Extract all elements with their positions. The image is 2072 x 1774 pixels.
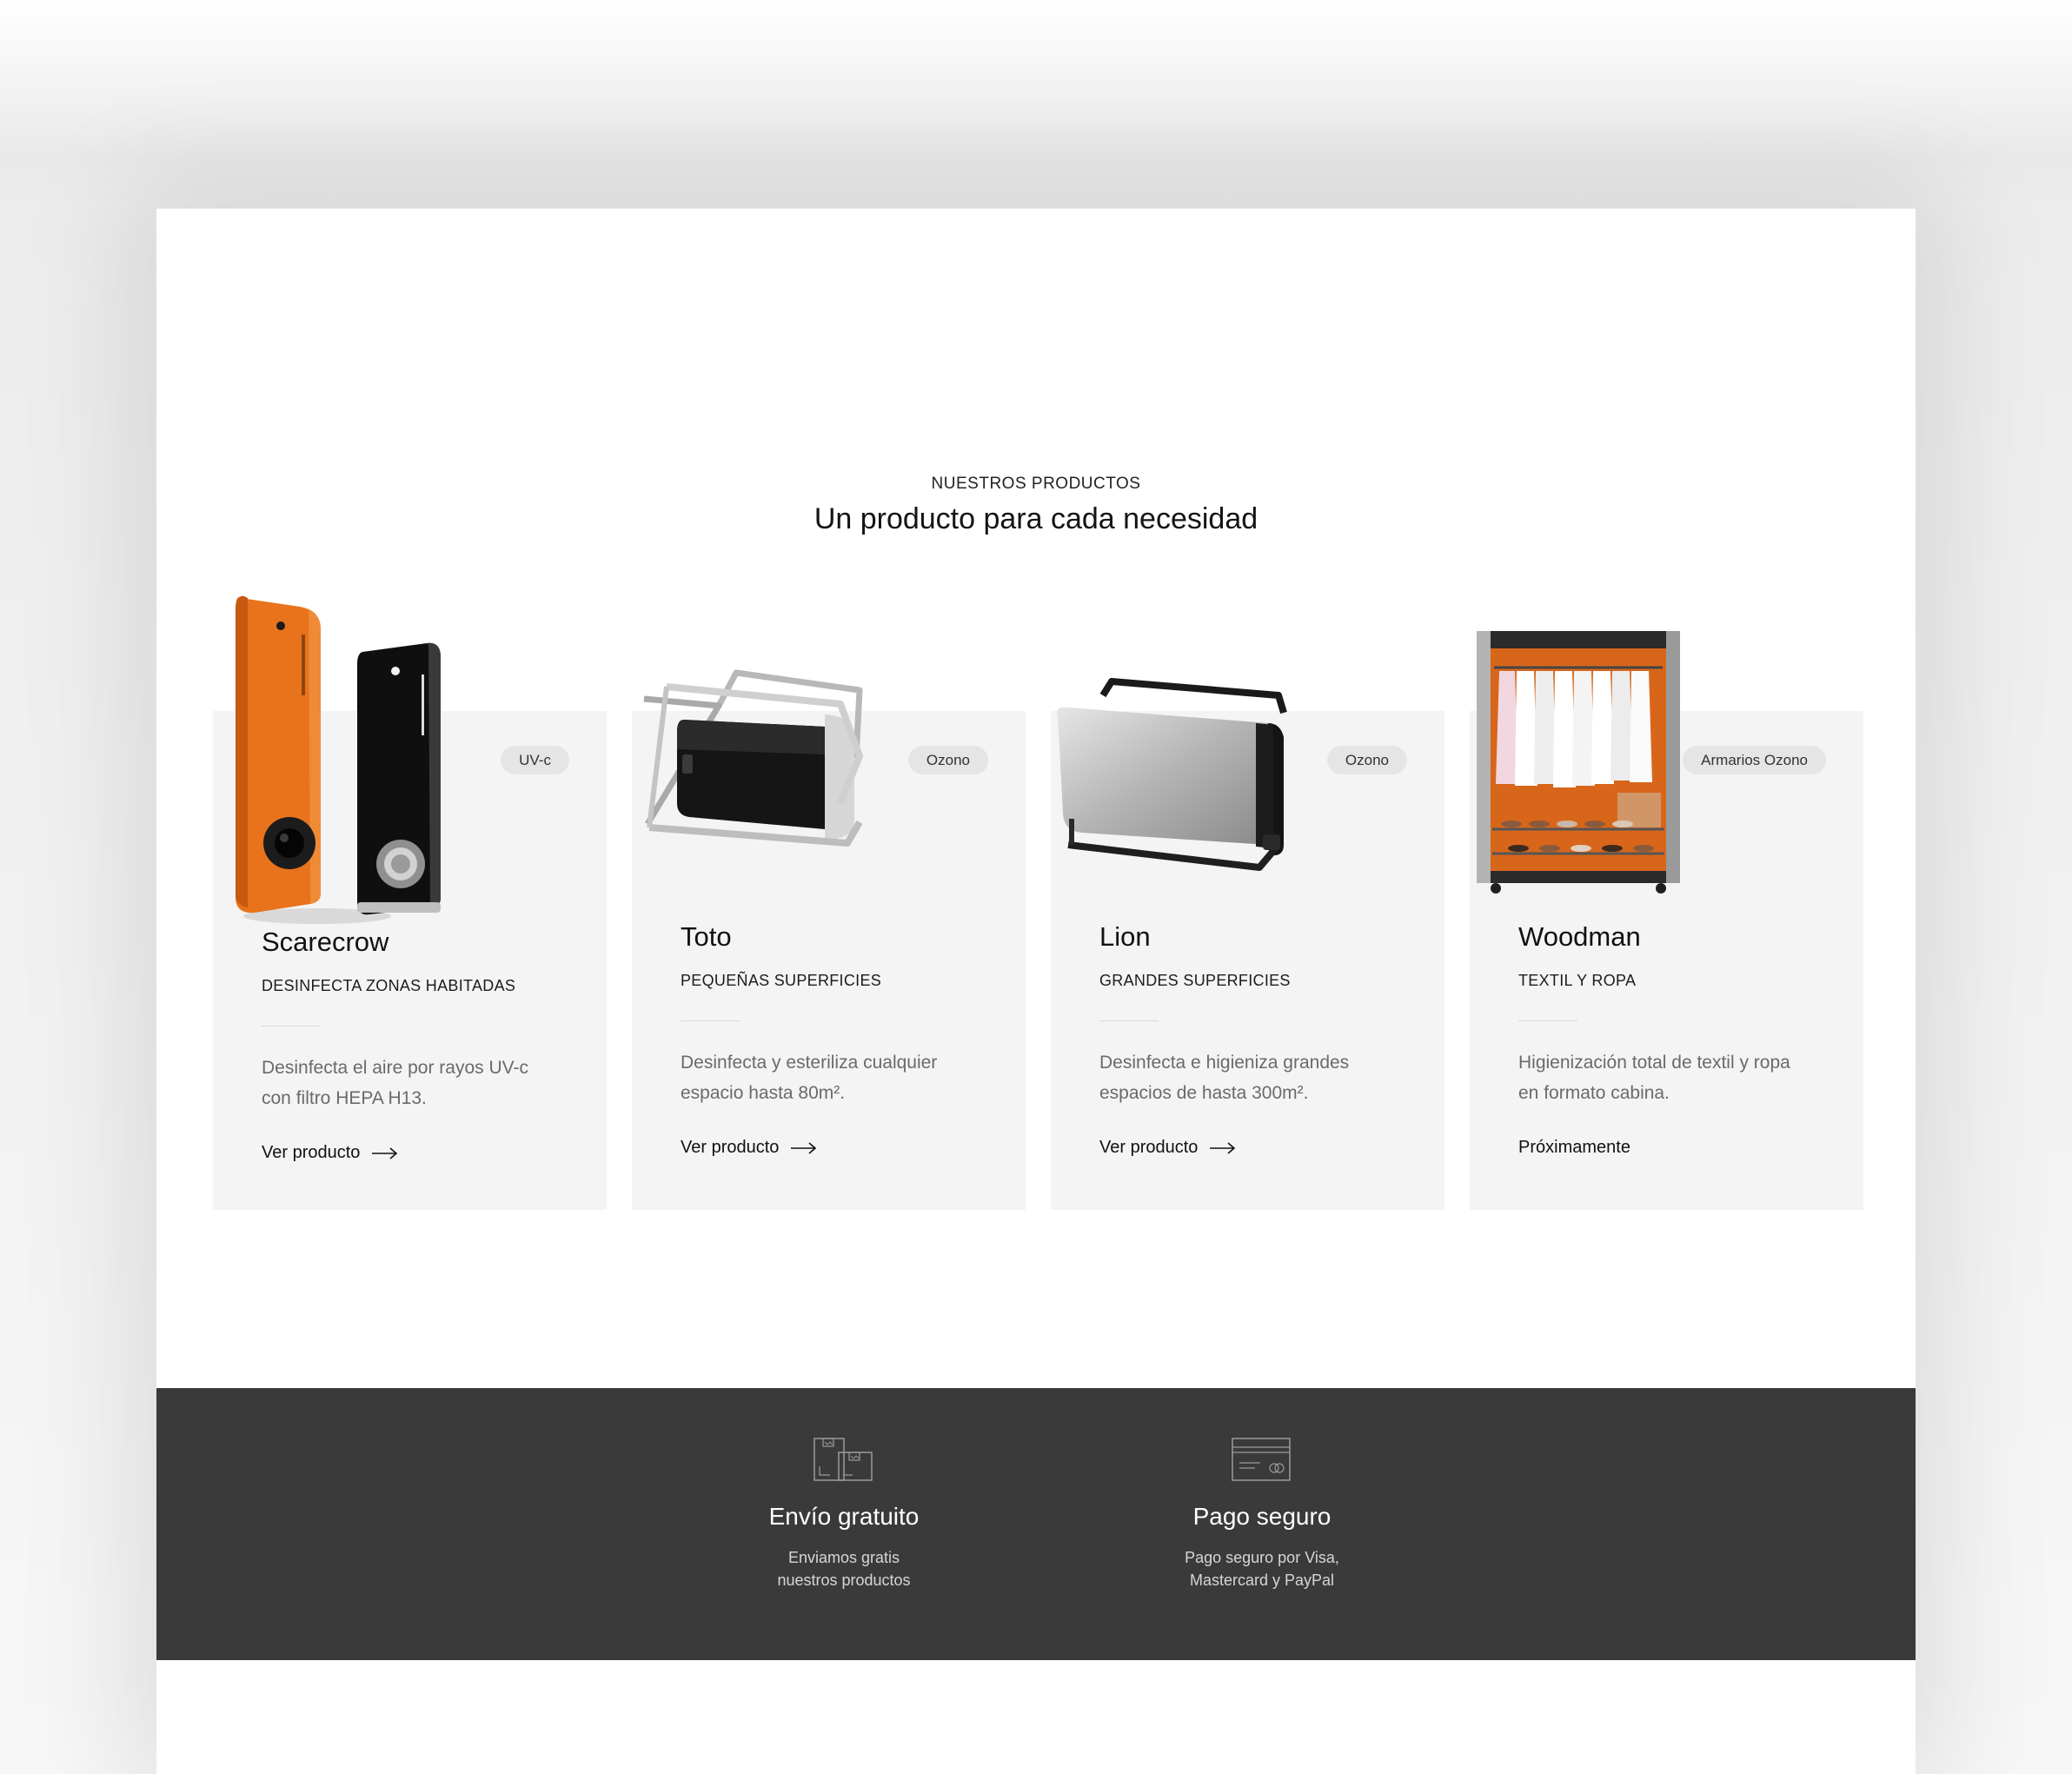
product-subtitle: PEQUEÑAS SUPERFICIES <box>681 972 882 989</box>
description-line: Desinfecta el aire por rayos UV-c <box>262 1058 528 1078</box>
credit-card-icon <box>1232 1438 1291 1481</box>
coming-soon-text: Próximamente <box>1518 1138 1630 1157</box>
view-product-link[interactable]: Ver producto <box>681 1138 817 1158</box>
product-card-scarecrow[interactable]: UV-c Scarecrow DESINFECTA ZONAS HABITADA… <box>213 584 607 1210</box>
product-subtitle: TEXTIL Y ROPA <box>1518 972 1637 989</box>
description-line: espacio hasta 80m². <box>681 1083 846 1103</box>
description-line: Higienización total de textil y ropa <box>1518 1053 1790 1073</box>
product-card-toto[interactable]: Ozono Toto PEQUEÑAS SUPERFICIES Desinfec… <box>632 584 1026 1210</box>
product-subtitle: GRANDES SUPERFICIES <box>1099 972 1291 989</box>
description-line: en formato cabina. <box>1518 1083 1670 1103</box>
feature-text: Pago seguro por Visa, Mastercard y PayPa… <box>1123 1546 1401 1591</box>
feature-text-line: Enviamos gratis <box>787 1549 900 1566</box>
section-header: NUESTROS PRODUCTOS Un producto para cada… <box>156 475 1916 536</box>
product-grid: UV-c Scarecrow DESINFECTA ZONAS HABITADA… <box>213 584 1863 1210</box>
arrow-right-icon <box>372 1146 398 1159</box>
feature-text-line: nuestros productos <box>777 1571 911 1589</box>
product-description: Desinfecta el aire por rayos UV-c con fi… <box>262 1053 572 1113</box>
category-badge: UV-c <box>501 746 569 774</box>
product-name: Scarecrow <box>262 927 389 957</box>
category-badge: Armarios Ozono <box>1683 746 1826 774</box>
view-product-label: Ver producto <box>1099 1138 1199 1157</box>
card-body: Lion GRANDES SUPERFICIES Desinfecta e hi… <box>1099 921 1410 1158</box>
shipping-boxes-icon <box>814 1438 873 1481</box>
product-description: Desinfecta e higieniza grandes espacios … <box>1099 1047 1410 1108</box>
view-product-link[interactable]: Ver producto <box>262 1143 398 1163</box>
feature-title: Pago seguro <box>1192 1503 1332 1530</box>
product-card-woodman[interactable]: Armarios Ozono Woodman TEXTIL Y ROPA Hig… <box>1470 584 1863 1210</box>
product-description: Desinfecta y esteriliza cualquier espaci… <box>681 1047 991 1108</box>
feature-free-shipping: Envío gratuito Enviamos gratis nuestros … <box>705 1435 983 1591</box>
view-product-link[interactable]: Ver producto <box>1099 1138 1236 1158</box>
divider <box>1099 1020 1159 1021</box>
description-line: con filtro HEPA H13. <box>262 1088 427 1108</box>
feature-text-line: Pago seguro por Visa, <box>1185 1549 1339 1566</box>
arrow-right-icon <box>1210 1141 1236 1154</box>
feature-title: Envío gratuito <box>768 1503 920 1530</box>
card-body: Scarecrow DESINFECTA ZONAS HABITADAS Des… <box>262 927 572 1163</box>
card-body: Woodman TEXTIL Y ROPA Higienización tota… <box>1518 921 1829 1158</box>
arrow-right-icon <box>791 1141 817 1154</box>
product-card-lion[interactable]: Ozono Lion GRANDES SUPERFICIES Desinfect… <box>1051 584 1444 1210</box>
product-name: Lion <box>1099 921 1151 952</box>
divider <box>1518 1020 1577 1021</box>
view-product-label: Ver producto <box>262 1143 361 1162</box>
feature-text: Enviamos gratis nuestros productos <box>705 1546 983 1591</box>
card-body: Toto PEQUEÑAS SUPERFICIES Desinfecta y e… <box>681 921 991 1158</box>
features-band: Envío gratuito Enviamos gratis nuestros … <box>156 1388 1916 1660</box>
description-line: espacios de hasta 300m². <box>1099 1083 1309 1103</box>
category-badge: Ozono <box>1326 746 1407 774</box>
description-line: Desinfecta e higieniza grandes <box>1099 1053 1350 1073</box>
page-canvas: NUESTROS PRODUCTOS Un producto para cada… <box>156 209 1916 1774</box>
view-product-label: Ver producto <box>681 1138 780 1157</box>
product-name: Toto <box>681 921 732 952</box>
product-subtitle: DESINFECTA ZONAS HABITADAS <box>262 977 516 994</box>
coming-soon-label: Próximamente <box>1518 1138 1630 1158</box>
divider <box>681 1020 740 1021</box>
feature-text-line: Mastercard y PayPal <box>1189 1571 1335 1589</box>
divider <box>262 1026 321 1027</box>
section-title: Un producto para cada necesidad <box>814 502 1258 535</box>
section-eyebrow: NUESTROS PRODUCTOS <box>931 475 1141 493</box>
feature-secure-payment: Pago seguro Pago seguro por Visa, Master… <box>1123 1435 1401 1591</box>
category-badge: Ozono <box>907 746 988 774</box>
description-line: Desinfecta y esteriliza cualquier <box>681 1053 938 1073</box>
product-description: Higienización total de textil y ropa en … <box>1518 1047 1829 1108</box>
product-name: Woodman <box>1518 921 1641 952</box>
